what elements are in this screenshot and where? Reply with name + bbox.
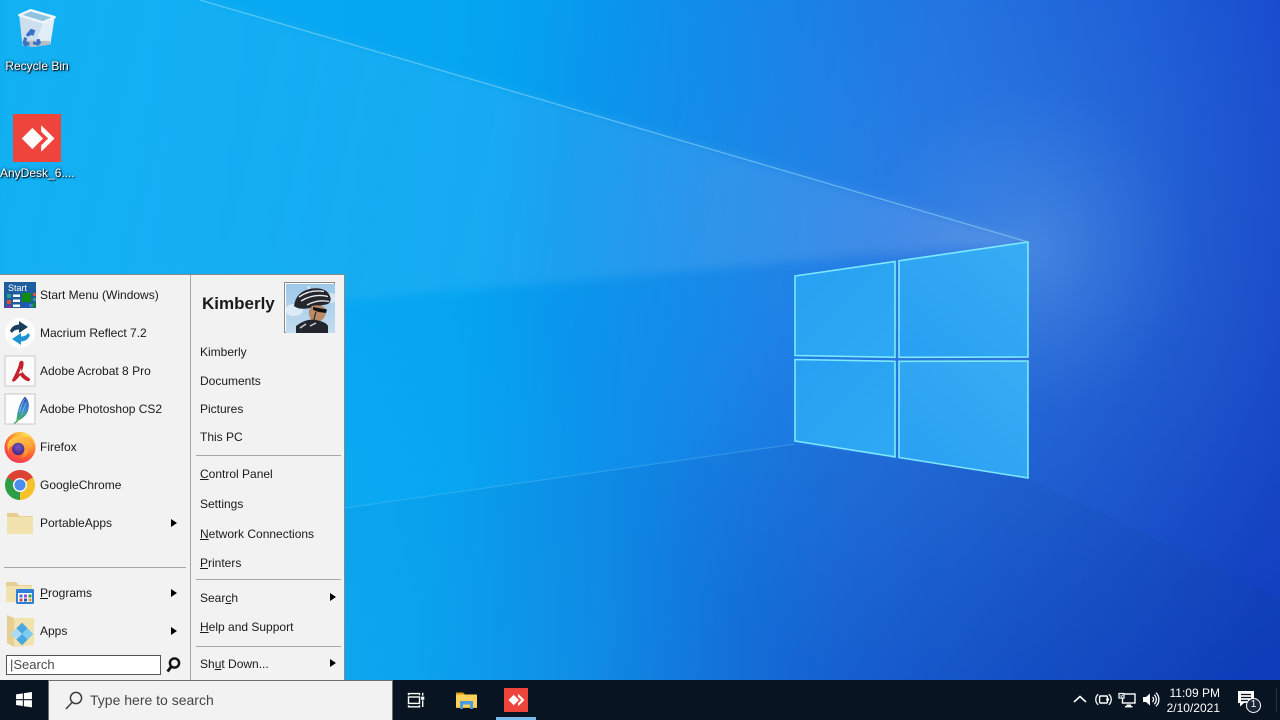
svg-text:Start: Start <box>8 283 28 293</box>
